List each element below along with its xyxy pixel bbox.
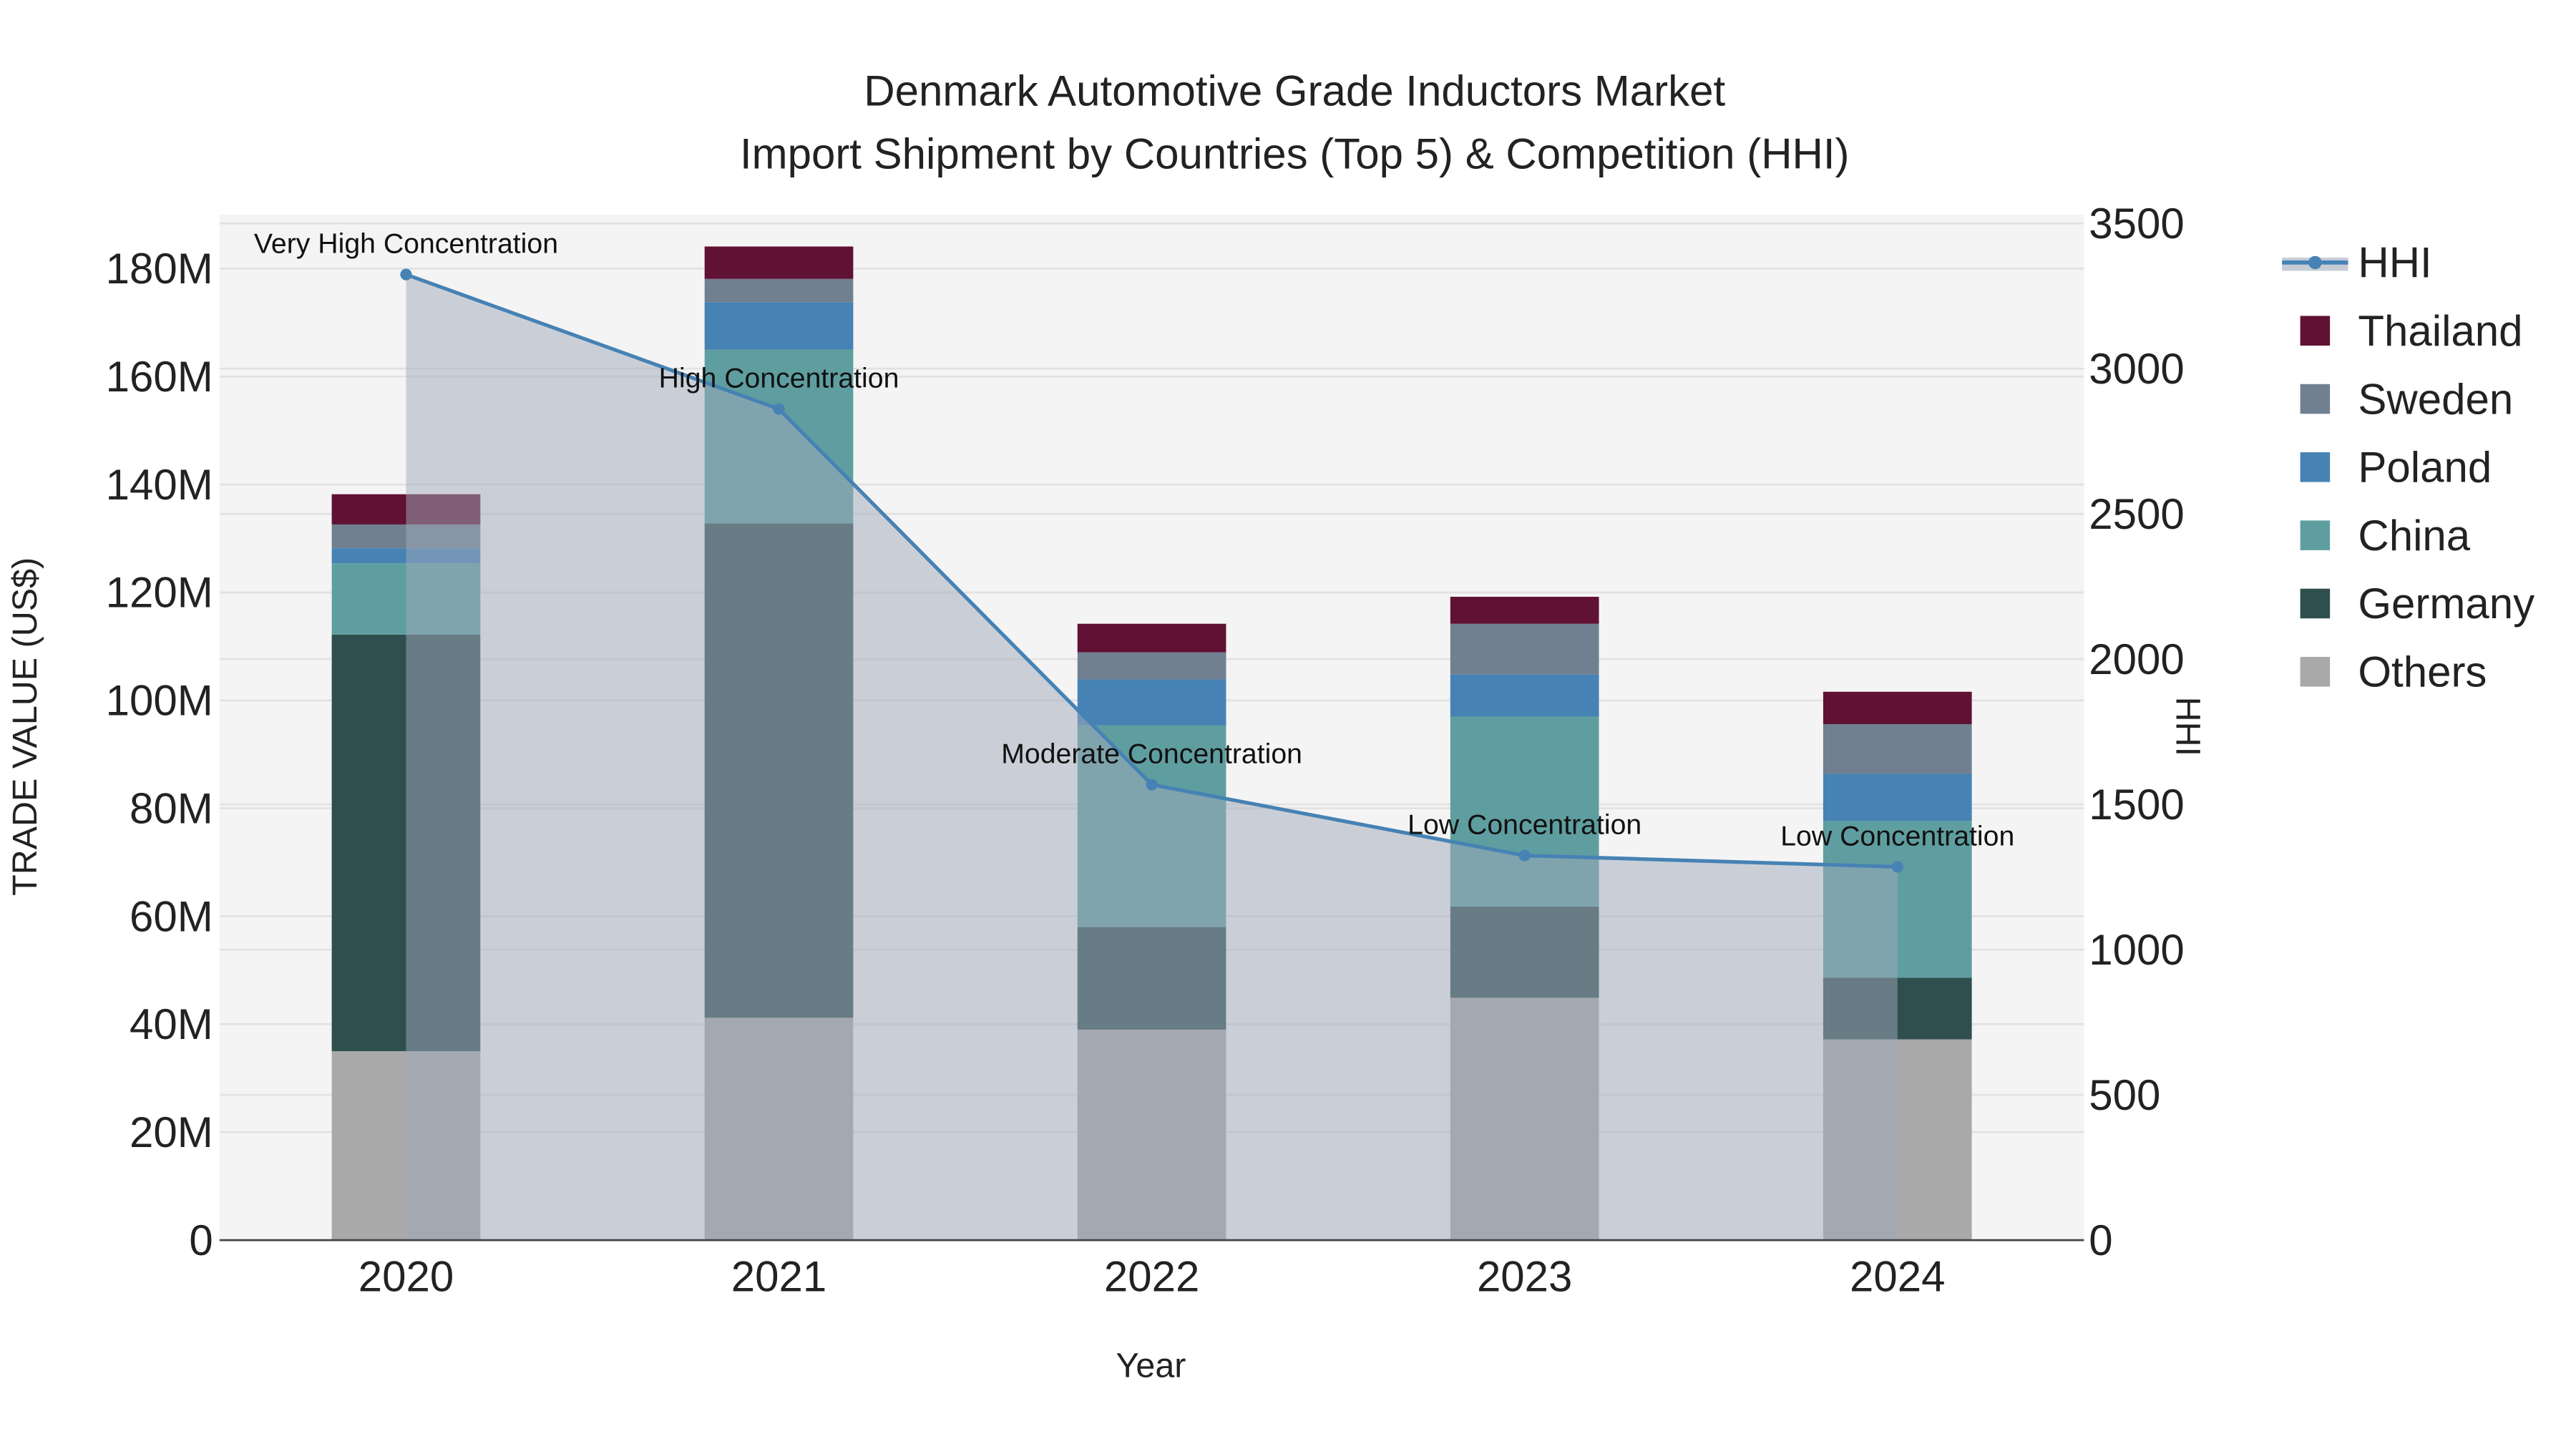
hhi-point-2020 — [400, 268, 412, 280]
legend-item-china: China — [2300, 512, 2471, 560]
legend-swatch-germany — [2300, 588, 2331, 619]
legend-swatch-others — [2300, 657, 2331, 687]
legend-swatch-china — [2300, 520, 2331, 550]
x-tick-label: 2020 — [358, 1253, 454, 1301]
y-tick-label: 20M — [130, 1108, 213, 1156]
y-tick-label: 40M — [130, 1000, 213, 1048]
y-tick-label: 100M — [106, 677, 213, 725]
legend-item-poland: Poland — [2300, 444, 2492, 492]
y2-tick-label: 1500 — [2089, 781, 2184, 829]
y2-tick-label: 500 — [2089, 1071, 2160, 1119]
legend-label: Germany — [2358, 580, 2534, 628]
y-tick-label: 120M — [106, 569, 213, 617]
bar-thailand-2024 — [1823, 691, 1972, 725]
y-tick-label: 180M — [106, 245, 213, 293]
bar-thailand-2023 — [1450, 597, 1599, 624]
x-tick-label: 2022 — [1104, 1253, 1199, 1301]
bar-sweden-2021 — [704, 278, 854, 303]
legend-item-others: Others — [2300, 648, 2487, 696]
y-tick-label: 140M — [106, 461, 213, 509]
legend: HHI Thailand Sweden Poland China Germany Other… — [2282, 239, 2534, 696]
chart: Very High Concentration High Concentratio… — [6, 67, 2534, 1385]
bar-poland-2023 — [1450, 674, 1599, 717]
bar-thailand-2021 — [704, 246, 854, 279]
x-tick-label: 2023 — [1477, 1253, 1572, 1301]
legend-swatch-thailand — [2300, 316, 2331, 346]
y-tick-label: 160M — [106, 353, 213, 401]
hhi-annotation: Low Concentration — [1780, 820, 2014, 852]
x-axis-ticks: 2020 2021 2022 2023 2024 — [358, 1253, 1946, 1301]
legend-item-germany: Germany — [2300, 580, 2534, 628]
bar-poland-2021 — [704, 302, 854, 350]
hhi-annotation: High Concentration — [659, 363, 899, 394]
legend-label: China — [2358, 512, 2470, 560]
bar-thailand-2022 — [1077, 623, 1226, 653]
legend-label: Poland — [2358, 444, 2492, 492]
hhi-point-2023 — [1518, 849, 1531, 862]
bar-sweden-2023 — [1450, 623, 1599, 675]
y-tick-label: 60M — [130, 892, 213, 940]
chart-title: Denmark Automotive Grade Inductors Marke… — [864, 67, 1725, 115]
hhi-annotation: Very High Concentration — [254, 228, 558, 260]
hhi-point-2022 — [1146, 779, 1158, 791]
legend-item-hhi: HHI — [2282, 239, 2432, 287]
legend-label: Others — [2358, 648, 2487, 696]
bar-poland-2022 — [1077, 679, 1226, 726]
y-axis-label: TRADE VALUE (US$) — [6, 557, 44, 896]
x-tick-label: 2021 — [731, 1253, 826, 1301]
legend-swatch-hhi-marker — [2308, 255, 2322, 270]
legend-item-thailand: Thailand — [2300, 307, 2523, 355]
legend-label: Sweden — [2358, 375, 2513, 423]
y2-tick-label: 2500 — [2089, 490, 2184, 538]
hhi-point-2021 — [773, 403, 785, 415]
legend-swatch-sweden — [2300, 384, 2331, 414]
y2-tick-label: 2000 — [2089, 635, 2184, 683]
chart-subtitle: Import Shipment by Countries (Top 5) & C… — [740, 130, 1850, 177]
y2-tick-label: 3500 — [2089, 200, 2184, 248]
bar-sweden-2022 — [1077, 652, 1226, 680]
y-tick-label: 0 — [189, 1216, 213, 1264]
hhi-annotation: Moderate Concentration — [1001, 738, 1302, 770]
bar-sweden-2024 — [1823, 724, 1972, 774]
y2-tick-label: 1000 — [2089, 926, 2184, 974]
y-tick-label: 80M — [130, 784, 213, 832]
y2-axis-label: HHI — [2169, 697, 2207, 756]
y2-tick-label: 0 — [2089, 1216, 2112, 1264]
legend-swatch-poland — [2300, 452, 2331, 482]
legend-item-sweden: Sweden — [2300, 375, 2513, 423]
bar-poland-2024 — [1823, 774, 1972, 821]
legend-label: HHI — [2358, 239, 2431, 287]
x-axis-label: Year — [1116, 1347, 1186, 1385]
y-axis-ticks: 0 20M 40M 60M 80M 100M 120M 140M 160M 180M — [106, 245, 213, 1264]
x-tick-label: 2024 — [1850, 1253, 1945, 1301]
legend-label: Thailand — [2358, 307, 2522, 355]
hhi-annotation: Low Concentration — [1407, 809, 1641, 841]
hhi-point-2024 — [1891, 861, 1903, 873]
y2-tick-label: 3000 — [2089, 345, 2184, 393]
